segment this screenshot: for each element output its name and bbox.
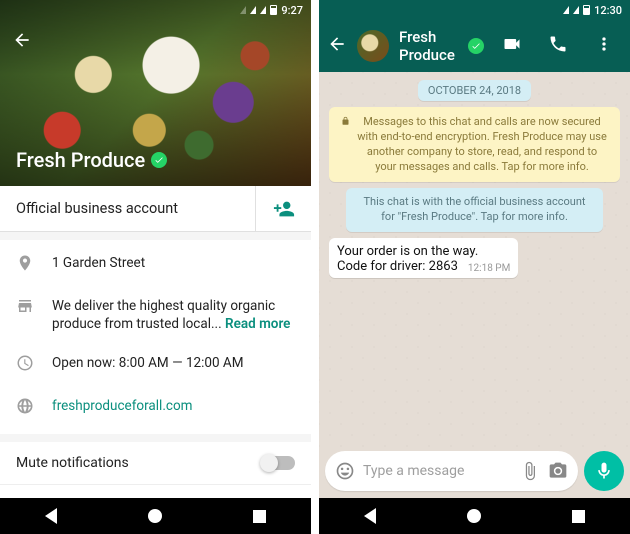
signal-icon	[250, 6, 256, 14]
message-bubble[interactable]: Your order is on the way. Code for drive…	[329, 238, 518, 278]
emoji-icon[interactable]	[335, 461, 355, 481]
nav-recent-button[interactable]	[572, 510, 585, 523]
business-name: Fresh Produce	[16, 148, 145, 172]
android-nav-bar	[0, 498, 311, 534]
status-bar: 9:27	[0, 0, 311, 20]
nav-home-button[interactable]	[148, 509, 162, 523]
back-button[interactable]	[12, 30, 32, 50]
nav-back-button[interactable]	[45, 508, 57, 524]
phone-icon	[548, 34, 568, 54]
input-placeholder: Type a message	[363, 463, 512, 479]
mic-icon	[594, 461, 614, 481]
website-link[interactable]: freshproduceforall.com	[52, 397, 192, 415]
read-more-link[interactable]: Read more	[225, 316, 290, 332]
add-contact-icon	[273, 198, 295, 220]
android-nav-bar	[319, 498, 630, 534]
message-input[interactable]: Type a message	[325, 451, 578, 491]
message-line: Code for driver: 2863	[337, 259, 458, 274]
wifi-icon	[563, 6, 569, 14]
signal-empty-icon	[240, 6, 246, 14]
battery-icon	[270, 5, 277, 15]
status-time: 12:30	[594, 4, 622, 17]
camera-icon[interactable]	[548, 461, 568, 481]
chat-name: Fresh Produce	[399, 28, 463, 64]
back-arrow-icon	[12, 30, 32, 50]
mute-toggle[interactable]	[261, 456, 295, 470]
attach-icon[interactable]	[520, 461, 540, 481]
wifi-icon	[260, 6, 266, 14]
mute-label: Mute notifications	[16, 455, 129, 471]
date-divider: OCTOBER 24, 2018	[418, 80, 531, 101]
account-type-label: Official business account	[0, 186, 255, 231]
video-call-button[interactable]	[494, 34, 530, 58]
chat-messages-area[interactable]: OCTOBER 24, 2018 Messages to this chat a…	[319, 72, 630, 450]
video-icon	[502, 34, 522, 54]
address-text: 1 Garden Street	[52, 254, 145, 272]
chat-header: Fresh Produce	[319, 20, 630, 72]
custom-notifications-row[interactable]: Custom notitications	[0, 485, 311, 498]
back-button[interactable]	[327, 34, 347, 58]
encryption-notice[interactable]: Messages to this chat and calls are now …	[329, 107, 620, 182]
profile-screen: 9:27 Fresh Produce Official business acc…	[0, 0, 311, 534]
status-bar: 12:30	[319, 0, 630, 20]
message-line: Your order is on the way.	[337, 244, 510, 259]
store-icon	[16, 297, 34, 320]
verified-badge-icon	[151, 152, 167, 168]
chat-title[interactable]: Fresh Produce	[399, 28, 484, 64]
hours-row[interactable]: Open now: 8:00 AM — 12:00 AM	[0, 344, 311, 387]
profile-title: Fresh Produce	[16, 148, 167, 172]
battery-icon	[583, 5, 590, 15]
clock-icon	[16, 354, 34, 377]
encryption-text: Messages to this chat and calls are now …	[356, 115, 608, 174]
lock-icon	[341, 116, 350, 131]
nav-home-button[interactable]	[467, 509, 481, 523]
business-info-card: 1 Garden Street We deliver the highest q…	[0, 240, 311, 434]
account-type-row: Official business account	[0, 186, 311, 232]
more-vertical-icon	[594, 34, 614, 54]
message-time: 12:18 PM	[468, 263, 510, 274]
address-row[interactable]: 1 Garden Street	[0, 244, 311, 287]
back-arrow-icon	[327, 34, 347, 54]
description-text: We deliver the highest quality organic p…	[52, 297, 295, 333]
chat-input-bar: Type a message	[319, 450, 630, 498]
mute-notifications-row[interactable]: Mute notifications	[0, 442, 311, 485]
nav-recent-button[interactable]	[253, 510, 266, 523]
verified-badge-icon	[468, 38, 484, 54]
notification-settings-card: Mute notifications Custom notitications	[0, 442, 311, 498]
official-account-notice[interactable]: This chat is with the official business …	[346, 188, 602, 232]
profile-header-image: Fresh Produce	[0, 0, 311, 186]
avatar[interactable]	[357, 30, 389, 62]
description-row[interactable]: We deliver the highest quality organic p…	[0, 287, 311, 343]
hours-text: Open now: 8:00 AM — 12:00 AM	[52, 354, 244, 372]
globe-icon	[16, 397, 34, 420]
website-row[interactable]: freshproduceforall.com	[0, 387, 311, 430]
signal-icon	[573, 6, 579, 14]
profile-content: Official business account 1 Garden Stree…	[0, 186, 311, 498]
nav-back-button[interactable]	[364, 508, 376, 524]
chat-screen: 12:30 Fresh Produce OCTOBER 24, 2018 Mes…	[319, 0, 630, 534]
voice-record-button[interactable]	[584, 451, 624, 491]
location-icon	[16, 254, 34, 277]
voice-call-button[interactable]	[540, 34, 576, 58]
status-time: 9:27	[281, 4, 303, 17]
more-menu-button[interactable]	[586, 34, 622, 58]
add-contact-button[interactable]	[255, 186, 311, 231]
